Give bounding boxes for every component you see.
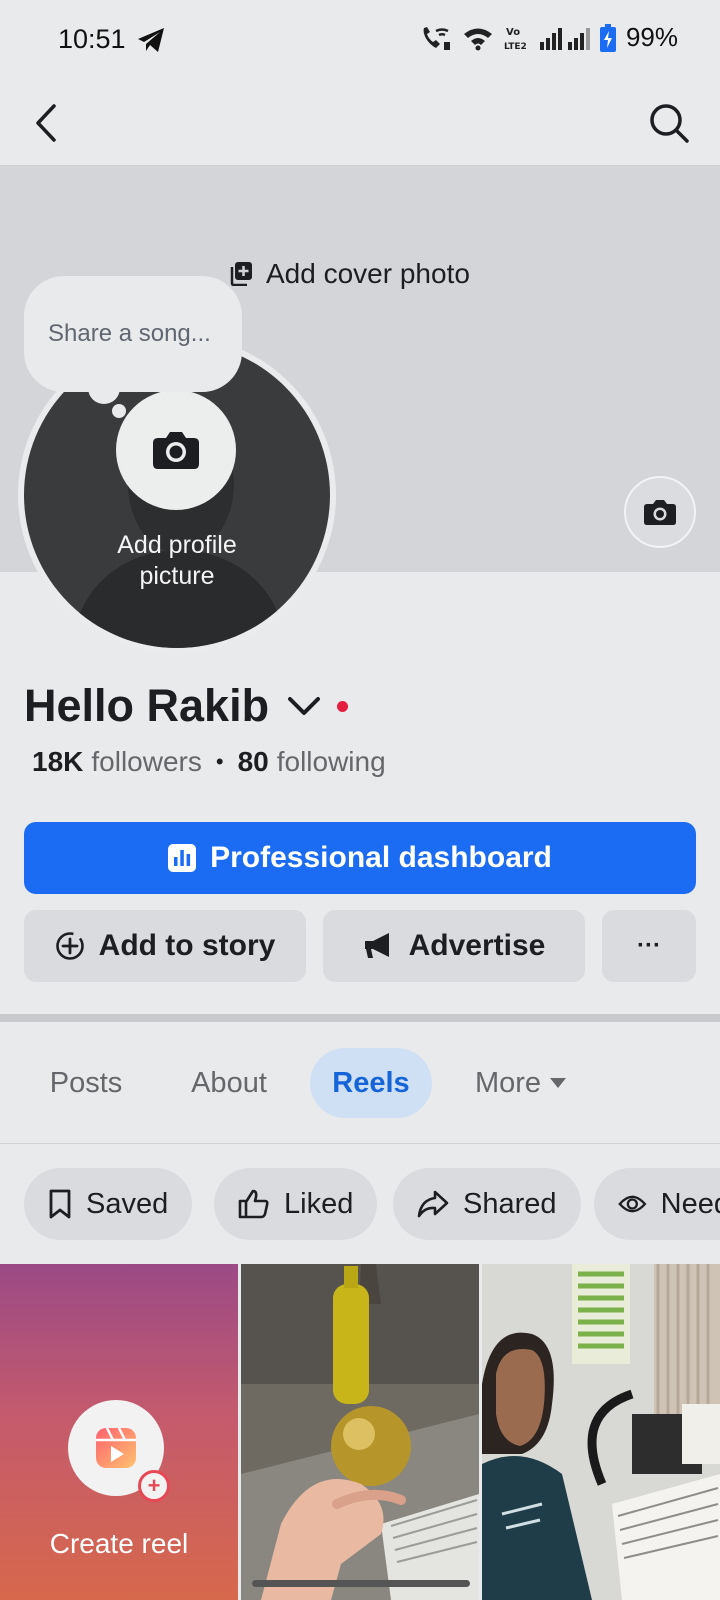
tab-posts[interactable]: Posts bbox=[36, 1048, 136, 1118]
tab-reels[interactable]: Reels bbox=[310, 1048, 432, 1118]
svg-text:LTE2: LTE2 bbox=[504, 42, 527, 52]
search-icon[interactable] bbox=[648, 102, 690, 144]
tab-posts-label: Posts bbox=[49, 1066, 123, 1099]
volte-icon: Vo LTE2 bbox=[504, 27, 527, 52]
notification-dot bbox=[337, 700, 349, 712]
top-nav bbox=[0, 80, 720, 166]
stats-separator: • bbox=[215, 749, 224, 774]
back-arrow-icon[interactable] bbox=[30, 100, 66, 146]
share-icon bbox=[417, 1190, 449, 1218]
create-reel-label: Create reel bbox=[49, 1528, 189, 1559]
camera-icon bbox=[153, 432, 199, 469]
add-profile-picture-line1: Add profile bbox=[117, 531, 237, 559]
more-options-label: ··· bbox=[637, 932, 661, 959]
add-cover-photo-button[interactable]: Add cover photo bbox=[230, 258, 470, 290]
professional-dashboard-button[interactable]: Professional dashboard bbox=[24, 822, 696, 894]
wifi-icon bbox=[463, 28, 492, 50]
tab-about-label: About bbox=[191, 1066, 267, 1099]
add-to-story-button[interactable]: Add to story bbox=[24, 910, 306, 982]
professional-dashboard-label: Professional dashboard bbox=[210, 841, 552, 874]
wifi-call-icon bbox=[423, 26, 450, 50]
add-cover-photo-label: Add cover photo bbox=[266, 258, 470, 289]
filter-need-label: Need bbox=[660, 1187, 720, 1220]
thumbs-up-icon bbox=[238, 1189, 269, 1219]
filter-liked-label: Liked bbox=[284, 1187, 354, 1220]
filter-shared[interactable]: Shared bbox=[393, 1168, 581, 1240]
filter-saved-label: Saved bbox=[86, 1187, 169, 1220]
section-divider bbox=[0, 1014, 720, 1022]
followers-label[interactable]: followers bbox=[91, 746, 201, 778]
camera-icon bbox=[644, 500, 676, 525]
bubble-tail-dot-small bbox=[112, 404, 126, 418]
more-options-button[interactable]: ··· bbox=[602, 910, 696, 982]
caret-down-icon bbox=[550, 1078, 567, 1088]
filter-need[interactable]: Need bbox=[594, 1168, 720, 1240]
tab-more-label: More bbox=[474, 1066, 542, 1099]
follow-stats: 18K followers • 80 following bbox=[32, 746, 386, 778]
chevron-down-icon[interactable] bbox=[287, 694, 321, 718]
battery-percent: 99% bbox=[625, 22, 678, 52]
profile-tabs: Posts About Reels More bbox=[0, 1022, 720, 1144]
status-time: 10:51 bbox=[58, 24, 126, 54]
bookmark-icon bbox=[49, 1189, 71, 1219]
battery-icon bbox=[599, 23, 616, 52]
signal-icon bbox=[539, 27, 590, 50]
tab-more[interactable]: More bbox=[466, 1048, 576, 1118]
svg-text:Vo: Vo bbox=[506, 27, 520, 38]
filter-liked[interactable]: Liked bbox=[214, 1168, 378, 1240]
filter-shared-label: Shared bbox=[463, 1187, 557, 1220]
tab-about[interactable]: About bbox=[176, 1048, 282, 1118]
status-icons: Vo LTE2 99% bbox=[418, 22, 678, 53]
status-bar: 10:51 Vo LTE2 99% bbox=[0, 0, 720, 80]
bubble-tail-dot bbox=[88, 372, 120, 404]
home-indicator[interactable] bbox=[252, 1580, 470, 1587]
add-to-story-label: Add to story bbox=[98, 929, 276, 962]
profile-name: Hello Rakib bbox=[24, 680, 270, 731]
eye-icon bbox=[618, 1195, 647, 1213]
advertise-button[interactable]: Advertise bbox=[323, 910, 585, 982]
megaphone-icon bbox=[364, 933, 389, 958]
add-profile-picture-button[interactable] bbox=[116, 390, 236, 510]
share-song-bubble[interactable]: Share a song... bbox=[24, 276, 242, 392]
followers-count[interactable]: 18K bbox=[32, 746, 83, 778]
following-count[interactable]: 80 bbox=[238, 746, 269, 778]
cover-camera-button[interactable] bbox=[624, 476, 696, 548]
create-reel-tile[interactable]: + Create reel bbox=[0, 1264, 238, 1600]
reel-thumbnail-2[interactable] bbox=[482, 1264, 720, 1600]
profile-name-row: Hello Rakib bbox=[24, 680, 349, 732]
add-profile-picture-label: Add profile picture bbox=[24, 530, 330, 592]
filter-saved[interactable]: Saved bbox=[24, 1168, 193, 1240]
add-profile-picture-line2: picture bbox=[139, 562, 215, 590]
add-circle-icon bbox=[55, 932, 84, 960]
tab-reels-label: Reels bbox=[332, 1066, 410, 1099]
telegram-icon bbox=[138, 28, 164, 52]
plus-icon: + bbox=[138, 1470, 170, 1502]
following-label[interactable]: following bbox=[277, 746, 386, 778]
reel-image-2 bbox=[482, 1264, 720, 1600]
reel-thumbnail-1[interactable] bbox=[241, 1264, 479, 1600]
share-song-prompt: Share a song... bbox=[48, 320, 211, 347]
advertise-label: Advertise bbox=[408, 929, 546, 962]
dashboard-chart-icon bbox=[168, 844, 197, 872]
reels-icon bbox=[96, 1427, 136, 1468]
add-photo-icon bbox=[230, 262, 252, 286]
reel-image-1 bbox=[241, 1264, 479, 1600]
